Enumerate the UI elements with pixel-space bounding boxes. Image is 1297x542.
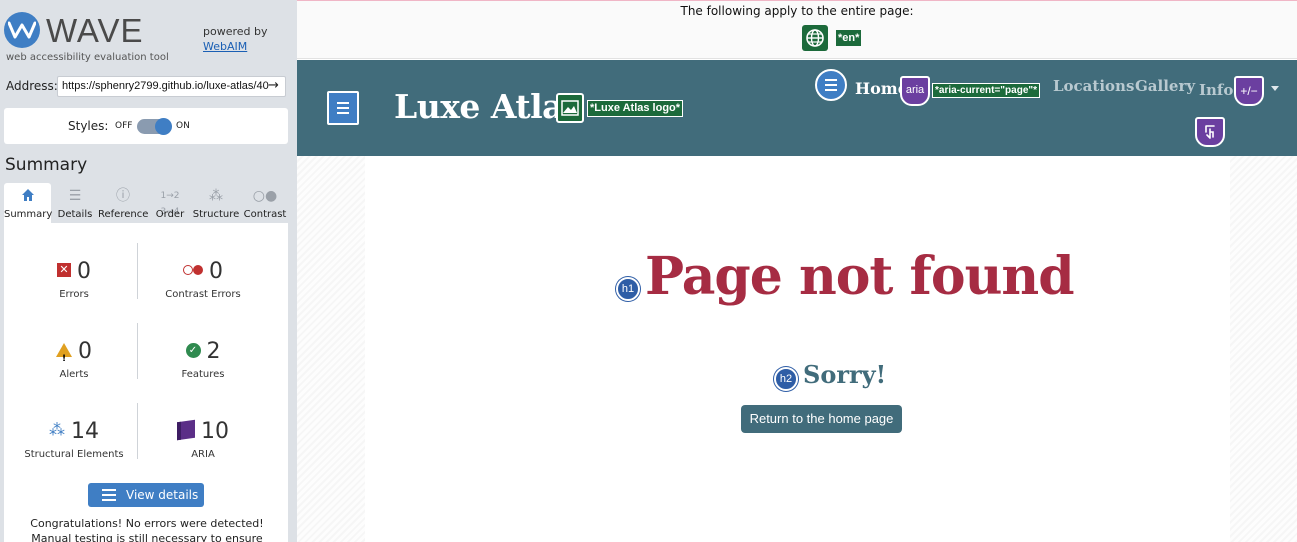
- errors-label: Errors: [59, 289, 89, 300]
- tab-label: Order: [155, 209, 185, 220]
- powered-by-text: powered by: [203, 25, 268, 38]
- aria-popup-icon[interactable]: [1195, 117, 1225, 147]
- errors-count: 0: [77, 259, 91, 284]
- tab-summary[interactable]: Summary: [4, 183, 53, 223]
- navigation-list-icon[interactable]: [815, 69, 847, 101]
- errors-stat: ✕ 0 Errors: [9, 259, 139, 300]
- info-icon: ⓘ: [116, 188, 130, 204]
- styles-toggle[interactable]: [137, 118, 172, 135]
- aria-count: 10: [201, 419, 229, 444]
- list-icon: ☰: [68, 188, 82, 204]
- logo-alt-tag: *Luxe Atlas logo*: [587, 100, 684, 117]
- contrast-icon: ○●: [252, 188, 278, 204]
- language-globe-icon[interactable]: [802, 25, 828, 51]
- heading-1-badge-icon[interactable]: h1: [616, 277, 640, 301]
- webaim-link[interactable]: WebAIM: [203, 40, 247, 53]
- alerts-stat: ! 0 Alerts: [9, 339, 139, 380]
- home-icon: [4, 188, 51, 206]
- structure-label: Structural Elements: [24, 449, 124, 460]
- page-subtitle: Sorry!: [803, 360, 887, 389]
- alerts-count: 0: [78, 339, 92, 364]
- language-tag: *en*: [836, 30, 862, 46]
- styles-label: Styles:: [68, 119, 109, 133]
- heading-2-badge-icon[interactable]: h2: [774, 367, 798, 391]
- features-label: Features: [181, 369, 225, 380]
- nav-gallery-link[interactable]: Gallery: [1135, 77, 1195, 95]
- aria-current-tag: *aria-current="page"*: [932, 83, 1041, 98]
- tab-reference[interactable]: ⓘ Reference: [98, 183, 148, 223]
- contrast-error-icon: [183, 265, 203, 275]
- address-go-arrow-icon[interactable]: →: [268, 78, 279, 93]
- nav-info-link[interactable]: Info: [1199, 81, 1233, 99]
- page-title: Page not found: [645, 246, 1075, 307]
- wave-sidebar: WAVE web accessibility evaluation tool p…: [0, 0, 297, 542]
- structure-icon: ⁂: [49, 420, 65, 439]
- styles-on-label: ON: [176, 121, 190, 131]
- wave-brand: WAVE: [46, 12, 144, 49]
- site-title[interactable]: Luxe Atlas: [394, 87, 582, 126]
- aria-expanded-icon[interactable]: +/−: [1234, 76, 1264, 106]
- aria-icon: [177, 419, 195, 441]
- nav-locations-link[interactable]: Locations: [1053, 77, 1134, 95]
- tab-label: Contrast: [243, 209, 287, 220]
- contrast-errors-label: Contrast Errors: [165, 289, 241, 300]
- tab-label: Details: [57, 209, 93, 220]
- tab-contrast[interactable]: ○● Contrast: [242, 183, 288, 223]
- site-header: Luxe Atlas *Luxe Atlas logo* Home aria *…: [297, 60, 1297, 156]
- wave-tagline: web accessibility evaluation tool: [6, 52, 169, 63]
- address-input[interactable]: https://sphenry2799.github.io/luxe-atlas…: [57, 76, 286, 97]
- contrast-errors-stat: 0 Contrast Errors: [138, 259, 268, 300]
- tab-structure[interactable]: ⁂ Structure: [192, 183, 240, 223]
- page-level-banner: The following apply to the entire page: …: [297, 1, 1297, 59]
- aria-icon[interactable]: aria: [900, 76, 930, 106]
- view-details-button[interactable]: View details ›: [88, 483, 204, 526]
- panel-tabs: Summary ☰ Details ⓘ Reference 1→2 3→4 Ord…: [4, 183, 288, 223]
- address-bar: Address: https://sphenry2799.github.io/l…: [0, 75, 297, 99]
- features-count: 2: [206, 339, 221, 364]
- styles-off-label: OFF: [115, 121, 133, 131]
- feature-check-icon: ✓: [185, 342, 201, 358]
- contrast-errors-count: 0: [209, 259, 223, 284]
- structure-count: 14: [71, 419, 99, 444]
- main-content: [365, 156, 1230, 542]
- summary-card: ✕ 0 Errors 0 Contrast Errors ! 0 Alerts ✓ 2…: [4, 223, 288, 542]
- address-label: Address:: [6, 79, 58, 93]
- tab-details[interactable]: ☰ Details: [54, 183, 96, 223]
- tab-label: Summary: [4, 209, 53, 220]
- error-icon: ✕: [57, 263, 71, 277]
- header-landmark-icon[interactable]: [327, 91, 359, 125]
- tab-label: Structure: [192, 209, 240, 220]
- tab-label: Reference: [98, 209, 149, 220]
- chevron-down-icon[interactable]: [1271, 86, 1279, 91]
- alert-icon: !: [56, 343, 72, 364]
- return-home-button[interactable]: Return to the home page: [741, 405, 902, 433]
- congratulations-message: Congratulations! No errors were detected…: [30, 517, 264, 542]
- main-content-area: h1 Page not found h2 Sorry! Return to th…: [297, 156, 1297, 542]
- features-stat: ✓ 2 Features: [138, 339, 268, 380]
- tab-order[interactable]: 1→2 3→4 Order: [150, 183, 190, 223]
- list-icon: [102, 489, 116, 501]
- summary-heading: Summary: [5, 155, 88, 175]
- structure-stat: ⁂ 14 Structural Elements: [9, 419, 139, 460]
- styles-toggle-panel: Styles: OFF ON: [4, 108, 288, 144]
- wave-logo-icon: [4, 12, 40, 48]
- toggle-knob: [155, 118, 172, 135]
- aria-label: ARIA: [191, 449, 215, 460]
- page-level-banner-text: The following apply to the entire page:: [680, 4, 914, 18]
- aria-stat: 10 ARIA: [138, 419, 268, 460]
- evaluated-page: The following apply to the entire page: …: [297, 0, 1297, 542]
- image-alt-icon[interactable]: [556, 93, 584, 123]
- structure-icon: ⁂: [209, 188, 223, 204]
- alerts-label: Alerts: [59, 369, 89, 380]
